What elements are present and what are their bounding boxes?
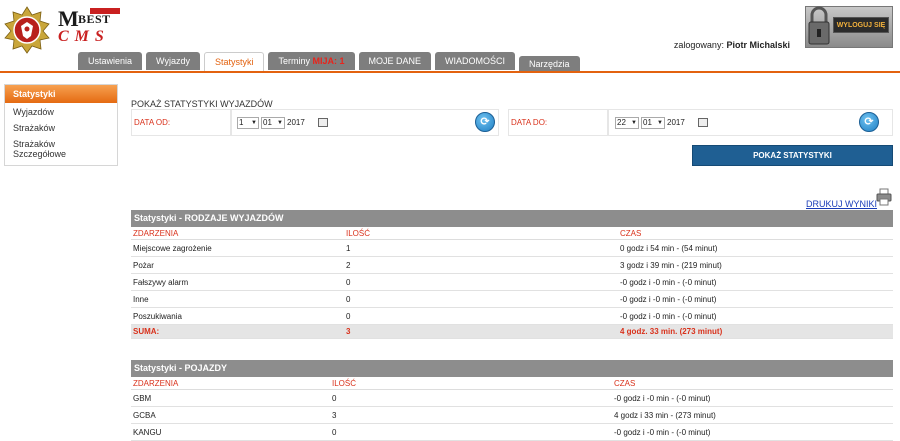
table-row: Poszukiwania 0 -0 godz i -0 min - (-0 mi… <box>131 308 893 325</box>
cell: -0 godz i -0 min - (-0 minut) <box>620 277 717 287</box>
tab-ustawienia[interactable]: Ustawienia <box>78 52 143 70</box>
refresh-to-button[interactable]: ⟳ <box>859 112 879 132</box>
filter-title: POKAŻ STATYSTYKI WYJAZDÓW <box>131 99 273 109</box>
cell: SUMA: <box>133 327 160 336</box>
tab-statystyki[interactable]: Statystyki <box>203 52 265 72</box>
tabbar-divider <box>0 71 900 73</box>
user-label: zalogowany: <box>673 40 724 50</box>
date-from-label: DATA OD: <box>134 118 171 127</box>
cell: GCBA <box>133 410 156 420</box>
table-header-row: ZDARZENIA ILOŚĆ CZAS <box>131 377 893 390</box>
sidebar-item-strazakow[interactable]: Strażaków <box>5 119 117 135</box>
col-header: ILOŚĆ <box>346 228 371 238</box>
col-header: ZDARZENIA <box>133 228 179 238</box>
cell: -0 godz i -0 min - (-0 minut) <box>620 311 717 321</box>
cell: Poszukiwania <box>133 311 182 321</box>
table-row: GBM 0 -0 godz i -0 min - (-0 minut) <box>131 390 893 407</box>
cell: Inne <box>133 294 149 304</box>
table-row: Pożar 2 3 godz i 39 min - (219 minut) <box>131 257 893 274</box>
cell: 4 godz i 33 min - (273 minut) <box>614 410 716 420</box>
cell: 0 <box>346 277 351 287</box>
to-day-select[interactable]: 22 ▼ <box>615 117 639 129</box>
tab-terminy[interactable]: Terminy MIJA: 1 <box>268 52 355 70</box>
date-to-value-cell: 22 ▼ 01 ▼ 2017 ⟳ <box>608 109 893 136</box>
cell: -0 godz i -0 min - (-0 minut) <box>620 294 717 304</box>
to-year: 2017 <box>667 118 685 127</box>
cell: KANGU <box>133 427 162 437</box>
main-tabs: Ustawienia Wyjazdy Statystyki Terminy MI… <box>78 52 580 72</box>
logout-button[interactable]: WYLOGUJ SIĘ <box>833 17 889 33</box>
cell: 2 <box>346 260 351 270</box>
table-row: KANGU 0 -0 godz i -0 min - (-0 minut) <box>131 424 893 441</box>
table-row: GCBA 3 4 godz i 33 min - (273 minut) <box>131 407 893 424</box>
table-header-row: ZDARZENIA ILOŚĆ CZAS <box>131 227 893 240</box>
date-to-label-cell: DATA DO: <box>508 109 608 136</box>
cell: 1 <box>346 243 351 253</box>
calendar-icon[interactable] <box>318 118 328 127</box>
table-sum-row: SUMA: 3 4 godz. 33 min. (273 minut) <box>131 325 893 339</box>
calendar-icon[interactable] <box>698 118 708 127</box>
refresh-from-button[interactable]: ⟳ <box>475 112 495 132</box>
cell: 0 <box>332 393 337 403</box>
printer-icon[interactable] <box>876 188 892 206</box>
sidebar-item-strazakow-szczegolowe[interactable]: Strażaków Szczegółowe <box>5 135 117 165</box>
fire-brigade-crest-icon <box>4 6 50 54</box>
cell: GBM <box>133 393 152 403</box>
table-row: Inne 0 -0 godz i -0 min - (-0 minut) <box>131 291 893 308</box>
logged-in-user: zalogowany: Piotr Michalski <box>674 40 790 50</box>
from-day-select[interactable]: 1 ▼ <box>237 117 259 129</box>
table-row: Miejscowe zagrożenie 1 0 godz i 54 min -… <box>131 240 893 257</box>
sidebar-item-wyjazdow[interactable]: Wyjazdów <box>5 103 117 119</box>
tab-wyjazdy[interactable]: Wyjazdy <box>146 52 200 70</box>
table-title: Statystyki - RODZAJE WYJAZDÓW <box>131 210 893 227</box>
tab-moje-dane[interactable]: MOJE DANE <box>358 52 432 70</box>
cell: 0 godz i 54 min - (54 minut) <box>620 243 718 253</box>
table-title: Statystyki - POJAZDY <box>131 360 893 377</box>
cell: 0 <box>332 427 337 437</box>
date-to-label: DATA DO: <box>511 118 548 127</box>
lock-icon <box>808 6 830 45</box>
cell: 4 godz. 33 min. (273 minut) <box>620 327 723 336</box>
col-header: ILOŚĆ <box>332 378 357 388</box>
cell: Pożar <box>133 260 154 270</box>
cell: Fałszywy alarm <box>133 277 189 287</box>
from-year: 2017 <box>287 118 305 127</box>
col-header: CZAS <box>620 228 642 238</box>
terminy-badge: MIJA: 1 <box>312 56 345 66</box>
table-row: Fałszywy alarm 0 -0 godz i -0 min - (-0 … <box>131 274 893 291</box>
col-header: CZAS <box>614 378 636 388</box>
col-header: ZDARZENIA <box>133 378 179 388</box>
cell: 3 <box>332 410 337 420</box>
cell: 3 <box>346 327 351 336</box>
table-event-types: Statystyki - RODZAJE WYJAZDÓW ZDARZENIA … <box>131 210 893 339</box>
cell: 0 <box>346 311 351 321</box>
print-results-link[interactable]: DRUKUJ WYNIKI <box>806 199 877 209</box>
cell: -0 godz i -0 min - (-0 minut) <box>614 393 711 403</box>
date-from-label-cell: DATA OD: <box>131 109 231 136</box>
tab-wiadomosci[interactable]: WIADOMOŚCI <box>435 52 516 70</box>
tab-narzedzia[interactable]: Narzędzia <box>519 56 580 72</box>
sidebar-title: Statystyki <box>5 85 117 103</box>
user-name: Piotr Michalski <box>726 40 790 50</box>
show-statistics-button[interactable]: POKAŻ STATYSTYKI <box>692 145 893 166</box>
cell: Miejscowe zagrożenie <box>133 243 212 253</box>
sidebar: Statystyki Wyjazdów Strażaków Strażaków … <box>4 84 118 166</box>
cell: 3 godz i 39 min - (219 minut) <box>620 260 722 270</box>
table-vehicles: Statystyki - POJAZDY ZDARZENIA ILOŚĆ CZA… <box>131 360 893 441</box>
cell: -0 godz i -0 min - (-0 minut) <box>614 427 711 437</box>
from-month-select[interactable]: 01 ▼ <box>261 117 285 129</box>
date-from-value-cell: 1 ▼ 01 ▼ 2017 ⟳ <box>231 109 499 136</box>
cell: 0 <box>346 294 351 304</box>
mbest-cms-logo: M BEST CMS <box>56 6 128 46</box>
to-month-select[interactable]: 01 ▼ <box>641 117 665 129</box>
